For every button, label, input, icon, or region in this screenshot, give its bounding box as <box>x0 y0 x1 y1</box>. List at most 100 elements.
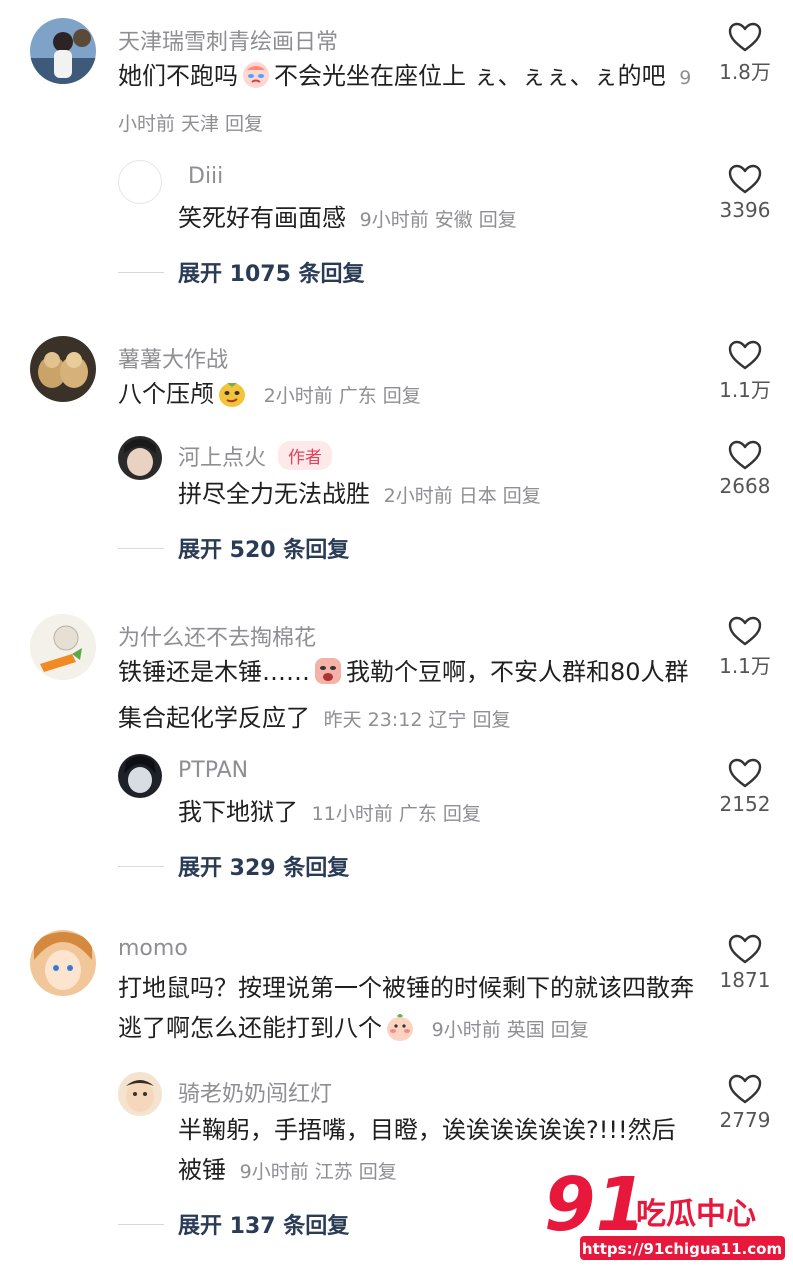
reply-like-button[interactable]: 2779 <box>710 1074 780 1132</box>
like-button[interactable]: 1.8万 <box>710 22 780 85</box>
divider <box>118 865 164 867</box>
reply-like-button[interactable]: 3396 <box>710 164 780 222</box>
comment-text: 打地鼠吗？按理说第一个被锤的时候剩下的就该四散奔逃了啊怎么还能打到八个 9小时前… <box>118 968 698 1054</box>
like-count: 2668 <box>719 474 771 498</box>
reply-username[interactable]: Diii <box>188 164 223 189</box>
avatar[interactable] <box>30 614 96 680</box>
timestamp: 2小时前 <box>383 485 453 507</box>
svg-text:https://91chigua11.com: https://91chigua11.com <box>582 1240 782 1258</box>
divider <box>118 271 164 273</box>
reply-text: 拼尽全力无法战胜 2小时前 日本 回复 <box>178 474 698 516</box>
reply-username[interactable]: PTPAN <box>178 758 248 783</box>
like-button[interactable]: 1.1万 <box>710 616 780 679</box>
watermark-logo: 91 吃瓜中心 https://91chigua11.com <box>540 1160 790 1270</box>
reply-button[interactable]: 回复 <box>472 709 510 731</box>
expand-replies-label: 展开 520 条回复 <box>178 538 350 563</box>
avatar[interactable] <box>30 18 96 84</box>
reply-like-button[interactable]: 2152 <box>710 758 780 816</box>
comment-meta: 9小时前 英国 回复 <box>432 1019 595 1041</box>
like-button[interactable]: 1.1万 <box>710 340 780 403</box>
reply-button[interactable]: 回复 <box>359 1161 397 1183</box>
expand-replies-button[interactable]: 展开 329 条回复 <box>118 850 349 882</box>
location: 日本 <box>458 485 497 507</box>
like-count: 2779 <box>719 1108 771 1132</box>
reply-like-button[interactable]: 2668 <box>710 440 780 498</box>
timestamp: 9小时前 <box>239 1161 309 1183</box>
username[interactable]: momo <box>118 936 188 961</box>
username[interactable]: 天津瑞雪刺青绘画日常 <box>118 24 338 56</box>
timestamp: 9小时前 <box>359 209 429 231</box>
smirk-emoji-icon <box>217 378 247 420</box>
location: 英国 <box>506 1019 545 1041</box>
reply-text-content: 拼尽全力无法战胜 <box>178 480 370 508</box>
timestamp: 11小时前 <box>311 803 393 825</box>
reply-text: 笑死好有画面感 9小时前 安徽 回复 <box>178 198 698 240</box>
reply-username-text: 河上点火 <box>178 446 267 471</box>
heart-icon <box>728 164 762 194</box>
like-count: 2152 <box>719 792 771 816</box>
username[interactable]: 为什么还不去掏棉花 <box>118 620 316 652</box>
comment-text-part: 八个压颅 <box>118 380 214 408</box>
reply-meta: 9小时前 安徽 回复 <box>360 209 523 231</box>
expand-replies-label: 展开 1075 条回复 <box>178 262 365 287</box>
timestamp: 2小时前 <box>263 385 333 407</box>
reply-meta: 11小时前 广东 回复 <box>312 803 487 825</box>
heart-icon <box>728 1074 762 1104</box>
location: 江苏 <box>314 1161 353 1183</box>
location: 辽宁 <box>428 709 467 731</box>
comment-text-part: 她们不跑吗 <box>118 62 238 90</box>
comment-text-part: 不会光坐在座位上 ぇ、ぇぇ、ぇ的吧 <box>274 62 666 90</box>
reply-button[interactable]: 回复 <box>479 209 517 231</box>
timestamp: 9小时前 <box>431 1019 501 1041</box>
scream-emoji-icon <box>313 656 343 698</box>
expand-replies-label: 展开 137 条回复 <box>178 1214 350 1239</box>
reply-button[interactable]: 回复 <box>225 113 263 135</box>
reply-button[interactable]: 回复 <box>551 1019 589 1041</box>
reply-button[interactable]: 回复 <box>443 803 481 825</box>
reply-avatar[interactable] <box>118 754 162 798</box>
heart-icon <box>728 934 762 964</box>
reply-text: 我下地狱了 11小时前 广东 回复 <box>178 792 698 834</box>
comment-text-part: 铁锤还是木锤…… <box>118 658 310 686</box>
divider <box>118 547 164 549</box>
expand-replies-button[interactable]: 展开 1075 条回复 <box>118 256 365 288</box>
heart-icon <box>728 440 762 470</box>
like-count: 1.1万 <box>719 654 771 678</box>
timestamp: 昨天 23:12 <box>323 709 423 731</box>
location: 广东 <box>398 803 437 825</box>
reply-button[interactable]: 回复 <box>503 485 541 507</box>
like-count: 3396 <box>719 198 771 222</box>
reply-avatar[interactable] <box>118 436 162 480</box>
expand-replies-button[interactable]: 展开 520 条回复 <box>118 532 349 564</box>
reply-username[interactable]: 河上点火 作者 <box>178 440 333 472</box>
heart-icon <box>728 340 762 370</box>
svg-text:吃瓜中心: 吃瓜中心 <box>636 1197 756 1232</box>
blush-emoji-icon <box>385 1012 415 1054</box>
reply-meta: 2小时前 日本 回复 <box>384 485 547 507</box>
avatar[interactable] <box>30 930 96 996</box>
crying-emoji-icon <box>241 60 271 102</box>
comment-text: 八个压颅 2小时前 广东 回复 <box>118 374 698 420</box>
comment-text: 她们不跑吗 不会光坐在座位上 ぇ、ぇぇ、ぇ的吧 9小时前 天津 回复 <box>118 56 698 144</box>
heart-icon <box>728 22 762 52</box>
location: 广东 <box>338 385 377 407</box>
username[interactable]: 薯薯大作战 <box>118 342 228 374</box>
comment-meta: 昨天 23:12 辽宁 回复 <box>324 709 517 731</box>
like-count: 1871 <box>719 968 771 992</box>
avatar[interactable] <box>30 336 96 402</box>
reply-avatar[interactable] <box>118 160 162 204</box>
comment-text: 铁锤还是木锤…… 我勒个豆啊，不安人群和80人群集合起化学反应了 昨天 23:12… <box>118 652 698 740</box>
reply-text-content: 我下地狱了 <box>178 798 298 826</box>
author-badge: 作者 <box>278 441 333 470</box>
reply-button[interactable]: 回复 <box>383 385 421 407</box>
like-count: 1.1万 <box>719 378 771 402</box>
reply-meta: 9小时前 江苏 回复 <box>240 1161 403 1183</box>
like-button[interactable]: 1871 <box>710 934 780 992</box>
svg-text:91: 91 <box>544 1162 647 1248</box>
expand-replies-button[interactable]: 展开 137 条回复 <box>118 1208 349 1240</box>
reply-avatar[interactable] <box>118 1072 162 1116</box>
heart-icon <box>728 758 762 788</box>
reply-username[interactable]: 骑老奶奶闯红灯 <box>178 1076 332 1108</box>
comment-meta: 2小时前 广东 回复 <box>264 385 427 407</box>
location: 安徽 <box>434 209 473 231</box>
